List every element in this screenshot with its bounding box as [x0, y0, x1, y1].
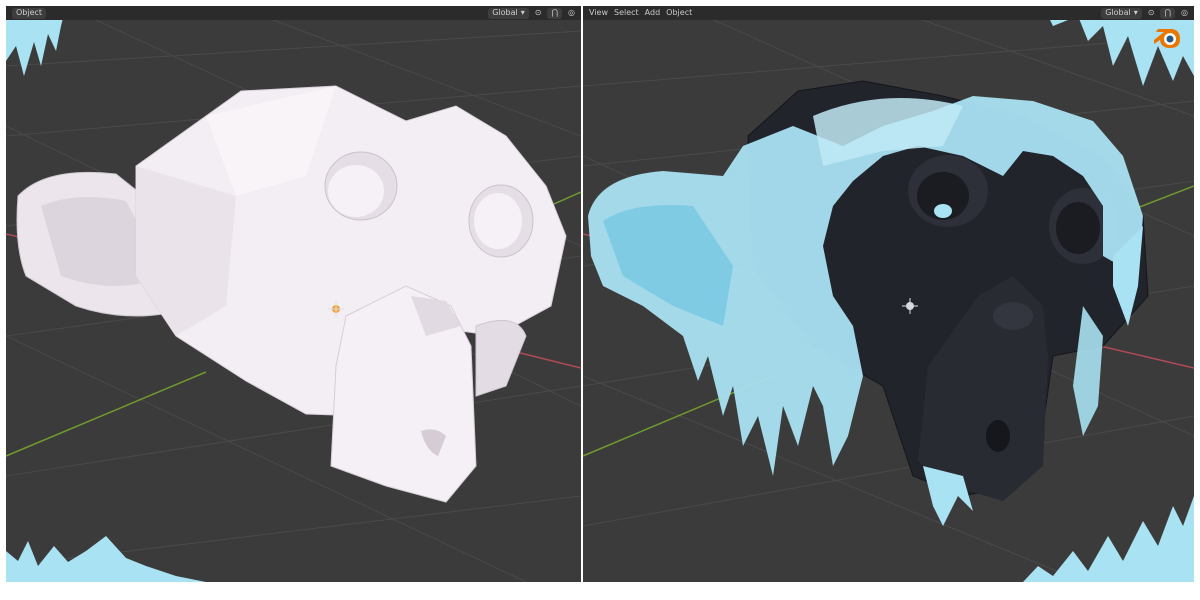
chevron-down-icon: ▾ [520, 8, 525, 17]
magnet-icon[interactable]: ⋂ [547, 7, 563, 19]
pivot-icon[interactable]: ⊙ [535, 6, 542, 20]
suzanne-white-mesh[interactable] [16, 85, 567, 503]
pivot-icon[interactable]: ⊙ [1148, 6, 1155, 20]
orientation-dropdown[interactable]: Global ▾ [488, 7, 529, 19]
menu-item-object[interactable]: Object [666, 6, 692, 20]
magnet-icon[interactable]: ⋂ [1160, 7, 1176, 19]
menu-item-add[interactable]: Add [645, 6, 661, 20]
viewport-left-scene [6, 6, 581, 582]
ice-corner-bottom-right [1023, 496, 1194, 582]
proportional-edit-icon[interactable]: ◎ [568, 6, 575, 20]
blender-logo-icon [1154, 29, 1180, 48]
menu-item-view[interactable]: View [589, 6, 608, 20]
viewport-header-left: Object Global ▾ ⊙ ⋂ ◎ [6, 6, 581, 20]
viewport-left[interactable]: Object Global ▾ ⊙ ⋂ ◎ [6, 6, 581, 582]
proportional-edit-icon[interactable]: ◎ [1181, 6, 1188, 20]
y-axis-line [6, 371, 207, 457]
chevron-down-icon: ▾ [1133, 8, 1138, 17]
menu-item-select[interactable]: Select [614, 6, 639, 20]
orientation-dropdown[interactable]: Global ▾ [1101, 7, 1142, 19]
ice-corner-bottom-left [6, 536, 206, 582]
suzanne-ice-mesh[interactable] [588, 80, 1149, 526]
viewport-header-right: View Select Add Object Global ▾ ⊙ ⋂ ◎ [583, 6, 1194, 20]
viewport-right-scene [583, 6, 1194, 582]
mode-dropdown[interactable]: Object [12, 7, 47, 19]
viewport-right[interactable]: View Select Add Object Global ▾ ⊙ ⋂ ◎ [583, 6, 1194, 582]
